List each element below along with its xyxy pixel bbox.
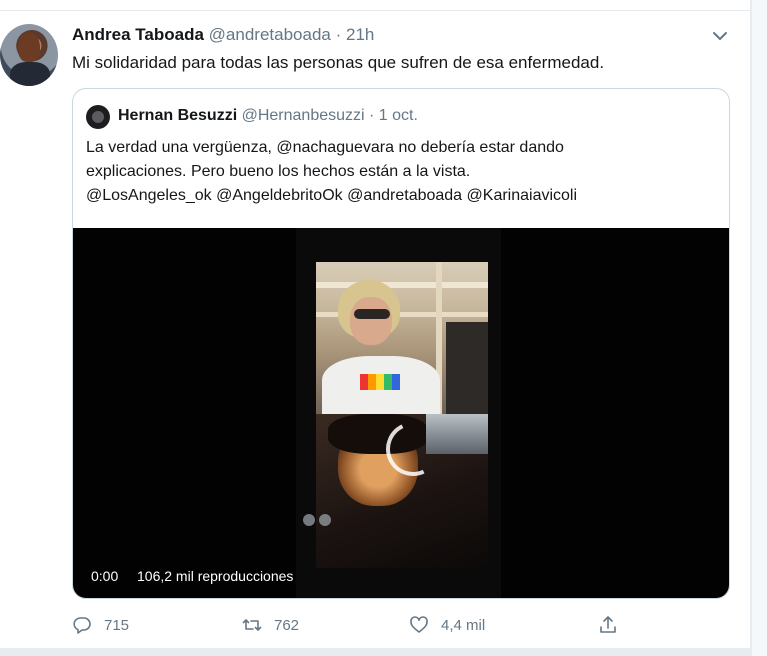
reply-count: 715 [104,616,130,634]
quoted-tweet[interactable]: Hernan Besuzzi @Hernanbesuzzi · 1 oct. L… [72,88,730,599]
video-player[interactable]: 0:00 106,2 mil reproducciones [73,228,729,598]
chevron-down-icon[interactable] [709,26,731,46]
tweet-time[interactable]: 21h [346,25,374,44]
page-background-strip [752,0,767,656]
video-time: 0:00 [91,568,119,584]
author-avatar[interactable] [0,24,58,86]
quoted-text-line: explicaciones. Pero bueno los hechos est… [86,163,471,180]
avatar-body [10,62,50,86]
retweet-icon [242,619,262,631]
quoted-header-separator: · [369,107,375,124]
bottom-divider [0,648,750,656]
shirt-print [360,374,400,390]
retweet-count: 762 [274,616,300,634]
share-button[interactable] [598,612,630,638]
header-separator: · [335,25,342,44]
tweet-text: Mi solidaridad para todas las personas q… [72,53,605,72]
quoted-tweet-header: Hernan Besuzzi @Hernanbesuzzi · 1 oct. [118,105,418,127]
share-icon [600,616,616,633]
quoted-author-handle[interactable]: @Hernanbesuzzi [242,107,365,124]
video-views: 106,2 mil reproducciones [137,568,294,584]
quoted-text-line: La verdad una vergüenza, @nachaguevara n… [86,139,564,156]
quoted-tweet-text: La verdad una vergüenza, @nachaguevara n… [86,136,716,208]
quoted-author-avatar[interactable] [86,105,110,129]
quoted-author-name[interactable]: Hernan Besuzzi [118,107,237,124]
doorway [446,322,488,414]
tweet-header: Andrea Taboada @andretaboada · 21h [72,24,374,46]
quoted-text-line: @LosAngeles_ok @AngeldebritoOk @andretab… [86,187,578,204]
like-button[interactable]: 4,4 mil [409,612,485,638]
quoted-tweet-date[interactable]: 1 oct. [379,107,418,124]
person-face [350,297,392,345]
heart-icon [410,616,428,633]
video-frame-bottom [316,414,488,568]
video-indicator-dots [303,513,343,527]
video-frame-top [316,262,488,414]
reply-button[interactable]: 715 [72,612,129,638]
sunglasses [354,309,390,319]
author-name[interactable]: Andrea Taboada [72,25,204,44]
tweet-actions: 715 762 4,4 mil [72,612,732,638]
avatar-hair [18,32,40,62]
reply-icon [73,617,91,634]
top-divider [0,0,750,11]
author-handle[interactable]: @andretaboada [209,25,331,44]
like-count: 4,4 mil [441,616,486,634]
shelf [316,282,488,288]
retweet-button[interactable]: 762 [242,612,299,638]
